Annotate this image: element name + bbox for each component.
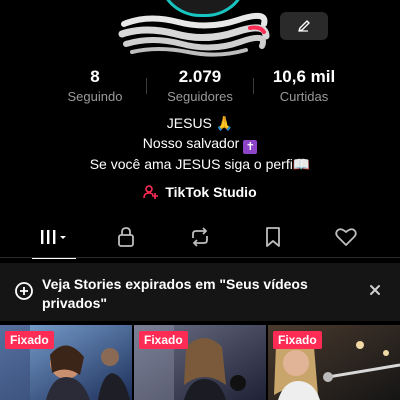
pinned-badge: Fixado	[5, 331, 54, 349]
followers-label: Seguidores	[167, 89, 233, 104]
followers-count: 2.079	[178, 67, 222, 86]
lock-icon	[118, 227, 134, 247]
tab-reposts[interactable]	[180, 222, 220, 252]
tiktok-studio-link[interactable]: TikTok Studio	[0, 184, 400, 200]
likes-count: 10,6 mil	[272, 67, 336, 86]
edit-profile-button[interactable]	[280, 12, 328, 40]
banner-close-button[interactable]	[366, 281, 384, 299]
bio-line-2-text: Nosso salvador	[142, 135, 240, 151]
tab-videos[interactable]	[34, 222, 74, 252]
stat-divider	[146, 78, 147, 94]
tabs-divider	[0, 257, 400, 258]
open-book-icon: 📖	[292, 156, 311, 172]
following-label: Seguindo	[67, 89, 123, 104]
bookmark-icon	[266, 227, 280, 247]
heart-icon	[335, 228, 357, 246]
profile-tabs	[0, 222, 400, 259]
tab-private[interactable]	[106, 222, 146, 252]
bio-line-1: JESUS 🙏	[0, 113, 400, 133]
video-grid: Fixado Fixado Fixado	[0, 325, 400, 400]
tiktok-studio-icon	[143, 185, 159, 199]
profile-bio: JESUS 🙏 Nosso salvador ✝ Se você ama JES…	[0, 113, 400, 174]
bio-line-3: Se você ama JESUS siga o perfi📖	[0, 154, 400, 174]
pinned-badge: Fixado	[273, 331, 322, 349]
pencil-icon	[298, 20, 310, 32]
profile-header	[0, 0, 400, 60]
bio-line-3-text: Se você ama JESUS siga o perfi	[89, 156, 293, 172]
bio-line-1-text: JESUS	[166, 115, 212, 131]
banner-text: Veja Stories expirados em "Seus vídeos p…	[42, 276, 308, 311]
latin-cross-icon: ✝	[243, 140, 258, 154]
bio-line-2: Nosso salvador ✝	[0, 133, 400, 154]
redacted-username-scribble	[118, 12, 270, 57]
stat-likes[interactable]: 10,6 mil Curtidas	[254, 66, 354, 106]
tab-favorites[interactable]	[253, 222, 293, 252]
following-count: 8	[90, 67, 100, 86]
tiktok-studio-label: TikTok Studio	[165, 184, 257, 200]
video-thumbnail[interactable]: Fixado	[268, 325, 400, 400]
stat-following[interactable]: 8 Seguindo	[45, 66, 145, 106]
stat-followers[interactable]: 2.079 Seguidores	[150, 66, 250, 106]
close-icon	[370, 285, 380, 295]
profile-stats: 8 Seguindo 2.079 Seguidores 10,6 mil Cur…	[0, 66, 400, 110]
video-thumbnail[interactable]: Fixado	[0, 325, 132, 400]
video-thumbnail[interactable]: Fixado	[134, 325, 266, 400]
tab-liked[interactable]	[326, 222, 366, 252]
praying-hands-icon: 🙏	[215, 115, 234, 131]
pinned-badge: Fixado	[139, 331, 188, 349]
likes-label: Curtidas	[279, 89, 329, 104]
grid-videos-icon	[41, 230, 66, 244]
expired-stories-banner[interactable]: Veja Stories expirados em "Seus vídeos p…	[0, 263, 400, 321]
repost-icon	[192, 227, 208, 247]
add-story-icon	[15, 282, 33, 300]
